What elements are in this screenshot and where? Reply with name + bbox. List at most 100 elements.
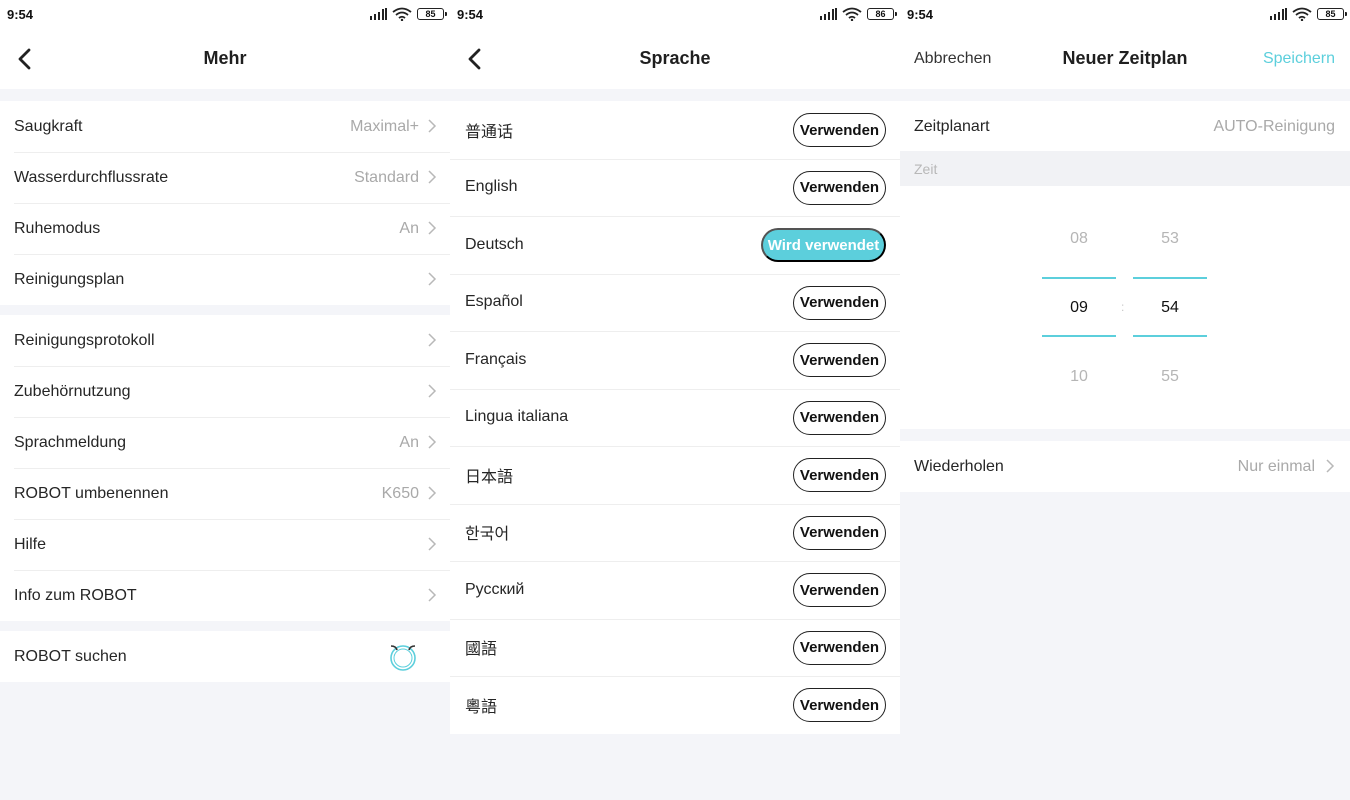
use-language-button[interactable]: Verwenden [793, 573, 886, 607]
language-row: Русский Verwenden [450, 561, 900, 619]
setting-value: An [399, 219, 419, 237]
setting-row-info-zum-robot[interactable]: Info zum ROBOT [0, 570, 450, 621]
chevron-right-icon [428, 486, 437, 500]
chevron-right-icon [428, 435, 437, 449]
setting-row-ruhemodus[interactable]: Ruhemodus An [0, 203, 450, 254]
time-picker: 08 09 10 : 53 54 55 [900, 186, 1350, 429]
use-language-button[interactable]: Verwenden [793, 688, 886, 722]
signal-icon [1270, 8, 1287, 20]
schedule-type-value: AUTO-Reinigung [1213, 117, 1335, 135]
language-row: Deutsch Wird verwendet [450, 216, 900, 274]
minute-option: 53 [1161, 230, 1179, 247]
setting-row-zubehoernutzung[interactable]: Zubehörnutzung [0, 366, 450, 417]
language-row: 國語 Verwenden [450, 618, 900, 677]
setting-row-saugkraft[interactable]: Saugkraft Maximal+ [0, 101, 450, 152]
chevron-right-icon [428, 384, 437, 398]
chevron-right-icon [428, 537, 437, 551]
language-row: 한국어 Verwenden [450, 503, 900, 562]
battery-icon: 86 [867, 8, 897, 20]
language-name: Lingua italiana [465, 408, 569, 426]
repeat-label: Wiederholen [914, 457, 1004, 475]
setting-row-wasserdurchflussrate[interactable]: Wasserdurchflussrate Standard [0, 152, 450, 203]
language-row: 粵語 Verwenden [450, 676, 900, 734]
signal-icon [820, 8, 837, 20]
setting-row-reinigungsplan[interactable]: Reinigungsplan [0, 254, 450, 305]
nav-bar: Mehr [0, 30, 450, 89]
setting-value: K650 [381, 484, 419, 502]
settings-group-1: Saugkraft Maximal+ Wasserdurchflussrate St… [0, 101, 450, 305]
time-section-header: Zeit [900, 151, 1350, 186]
setting-row-robot-umbenennen[interactable]: ROBOT umbenennen K650 [0, 468, 450, 519]
wifi-icon [392, 7, 412, 21]
setting-label: ROBOT suchen [14, 647, 127, 665]
repeat-value: Nur einmal [1237, 457, 1315, 475]
status-bar: 9:54 85 [900, 0, 1350, 30]
language-row: 普通话 Verwenden [450, 101, 900, 159]
page-title: Sprache [639, 48, 711, 68]
use-language-button[interactable]: Verwenden [793, 515, 886, 550]
use-language-button[interactable]: Verwenden [793, 113, 886, 147]
hour-option: 08 [1070, 230, 1088, 247]
setting-row-hilfe[interactable]: Hilfe [0, 519, 450, 570]
use-language-button[interactable]: Verwenden [793, 400, 886, 435]
setting-value: An [399, 433, 419, 451]
schedule-type-row[interactable]: Zeitplanart AUTO-Reinigung [900, 101, 1350, 152]
selection-line [1133, 277, 1207, 279]
chevron-right-icon [428, 272, 437, 286]
battery-icon: 85 [417, 8, 447, 20]
use-language-button[interactable]: Verwenden [793, 630, 886, 665]
status-bar: 9:54 86 [450, 0, 900, 30]
language-name: Español [465, 293, 523, 311]
signal-icon [370, 8, 387, 20]
setting-label: Wasserdurchflussrate [14, 168, 169, 186]
language-name: 普通话 [465, 123, 514, 141]
wifi-icon [1292, 7, 1312, 21]
setting-label: Hilfe [14, 535, 47, 553]
language-name: English [465, 178, 518, 196]
settings-group-2: Reinigungsprotokoll Zubehörnutzung Sprac… [0, 315, 450, 621]
status-icons: 85 [1270, 7, 1347, 21]
minute-wheel[interactable]: 53 54 55 [1133, 186, 1207, 429]
save-button[interactable]: Speichern [1263, 50, 1335, 68]
chevron-right-icon [428, 333, 437, 347]
setting-label: Reinigungsplan [14, 270, 125, 288]
language-name: 國語 [465, 641, 498, 659]
chevron-right-icon [428, 119, 437, 133]
setting-value: Maximal+ [350, 117, 419, 135]
setting-label: Zubehörnutzung [14, 382, 131, 400]
chevron-right-icon [1326, 459, 1335, 473]
language-name: 日本語 [465, 468, 514, 486]
language-row: Español Verwenden [450, 273, 900, 332]
language-in-use-button[interactable]: Wird verwendet [761, 228, 886, 262]
language-screen: 9:54 86 Sprache 普通话 Verwenden English Verw… [450, 0, 900, 800]
status-time: 9:54 [7, 7, 34, 22]
setting-label: Sprachmeldung [14, 433, 127, 451]
selected-minute: 54 [1161, 299, 1179, 316]
language-name: Deutsch [465, 235, 524, 253]
wifi-icon [842, 7, 862, 21]
language-name: Français [465, 350, 527, 368]
nav-bar: Abbrechen Neuer Zeitplan Speichern [900, 30, 1350, 89]
setting-row-reinigungsprotokoll[interactable]: Reinigungsprotokoll [0, 315, 450, 366]
battery-icon: 85 [1317, 8, 1347, 20]
hour-wheel[interactable]: 08 09 10 [1042, 186, 1116, 429]
more-screen: 9:54 85 Mehr Saugkraft Maximal+ Wasserdur… [0, 0, 450, 800]
setting-row-sprachmeldung[interactable]: Sprachmeldung An [0, 417, 450, 468]
setting-label: Ruhemodus [14, 219, 101, 237]
language-name: 한국어 [465, 526, 510, 544]
chevron-right-icon [428, 170, 437, 184]
chevron-right-icon [428, 221, 437, 235]
minute-option: 55 [1161, 368, 1179, 385]
language-row: Lingua italiana Verwenden [450, 388, 900, 447]
page-title: Mehr [203, 48, 247, 68]
repeat-row[interactable]: Wiederholen Nur einmal [900, 441, 1350, 492]
setting-value: Standard [354, 168, 419, 186]
language-row: 日本語 Verwenden [450, 446, 900, 504]
use-language-button[interactable]: Verwenden [793, 170, 886, 205]
use-language-button[interactable]: Verwenden [793, 458, 886, 492]
status-time: 9:54 [457, 7, 484, 22]
setting-row-robot-suchen[interactable]: ROBOT suchen [0, 631, 450, 682]
robot-icon [390, 645, 416, 671]
use-language-button[interactable]: Verwenden [793, 343, 886, 377]
use-language-button[interactable]: Verwenden [793, 285, 886, 320]
